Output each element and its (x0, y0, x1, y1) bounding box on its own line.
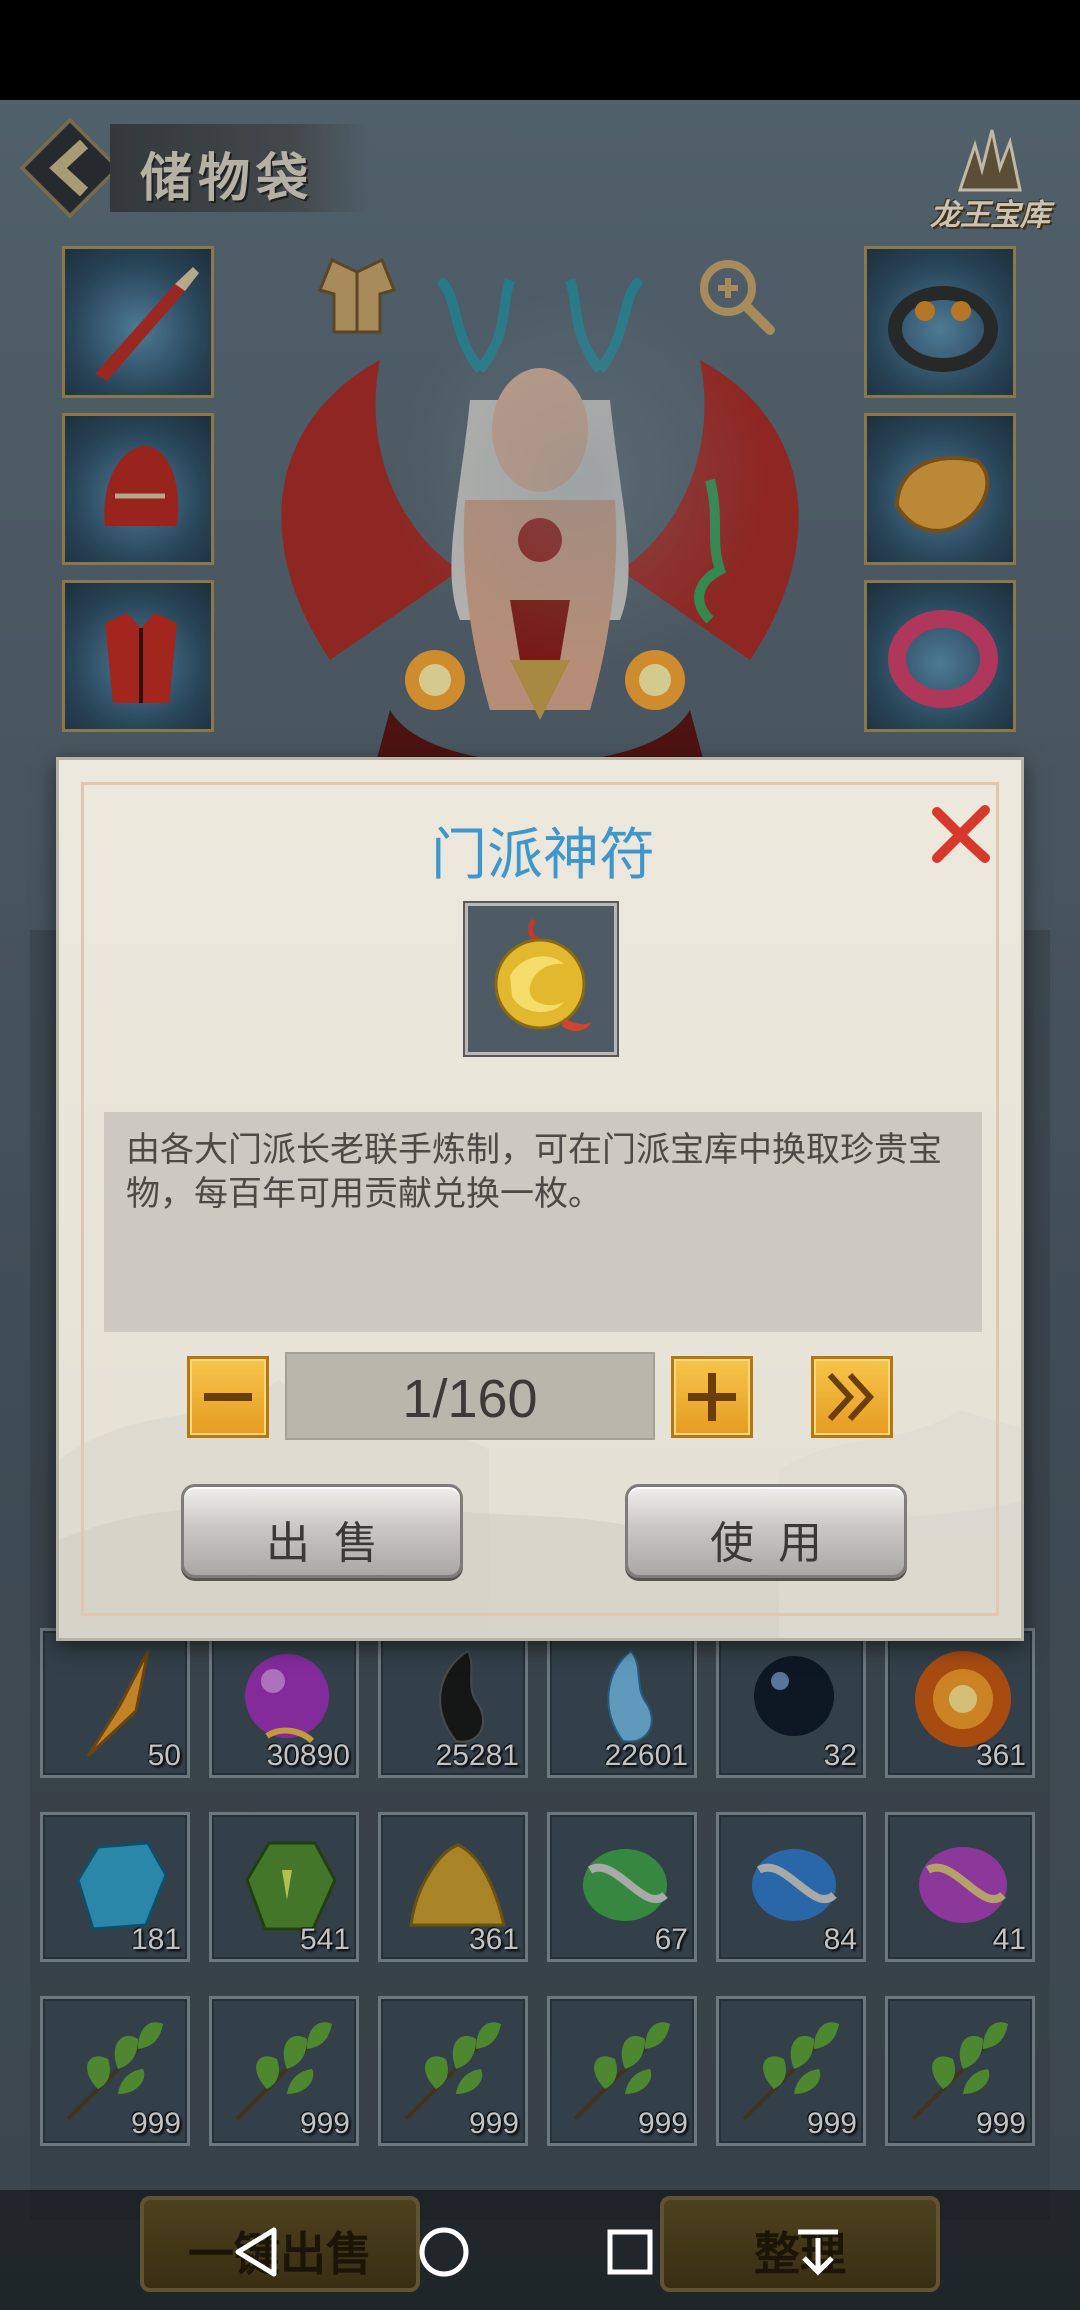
triangle-back-icon (235, 2227, 277, 2277)
use-label: 使用 (710, 1518, 846, 1569)
increase-quantity-button[interactable] (671, 1356, 753, 1438)
use-button[interactable]: 使用 (625, 1484, 907, 1578)
item-detail-dialog: 门派神符 由各大门派长老联手炼制，可在门派宝库中换取珍贵宝物，每百年可用贡献兑换… (56, 757, 1024, 1641)
plus-icon (688, 1373, 736, 1421)
system-navigation-bar (0, 2190, 1080, 2310)
double-chevron-right-icon (827, 1372, 875, 1422)
nav-back-button[interactable] (226, 2220, 290, 2284)
nav-home-button[interactable] (412, 2220, 476, 2284)
max-quantity-button[interactable] (811, 1356, 893, 1438)
minus-icon (204, 1393, 252, 1401)
golden-talisman-icon (494, 918, 592, 1031)
nav-notification-button[interactable] (786, 2220, 850, 2284)
item-icon-frame (465, 903, 617, 1055)
sell-button[interactable]: 出售 (181, 1484, 463, 1578)
item-name: 门派神符 (431, 823, 655, 888)
quantity-display: 1/160 (285, 1352, 655, 1440)
item-description: 由各大门派长老联手炼制，可在门派宝库中换取珍贵宝物，每百年可用贡献兑换一枚。 (126, 1130, 942, 1214)
nav-recents-button[interactable] (598, 2220, 662, 2284)
circle-home-icon (419, 2227, 469, 2277)
item-description-box: 由各大门派长老联手炼制，可在门派宝库中换取珍贵宝物，每百年可用贡献兑换一枚。 (104, 1112, 982, 1332)
square-recents-icon (607, 2229, 653, 2275)
quantity-value: 1/160 (402, 1369, 538, 1429)
pull-down-icon (798, 2229, 838, 2276)
close-icon (932, 805, 990, 863)
sell-label: 出售 (266, 1518, 402, 1569)
close-button[interactable] (929, 802, 993, 866)
decrease-quantity-button[interactable] (187, 1356, 269, 1438)
